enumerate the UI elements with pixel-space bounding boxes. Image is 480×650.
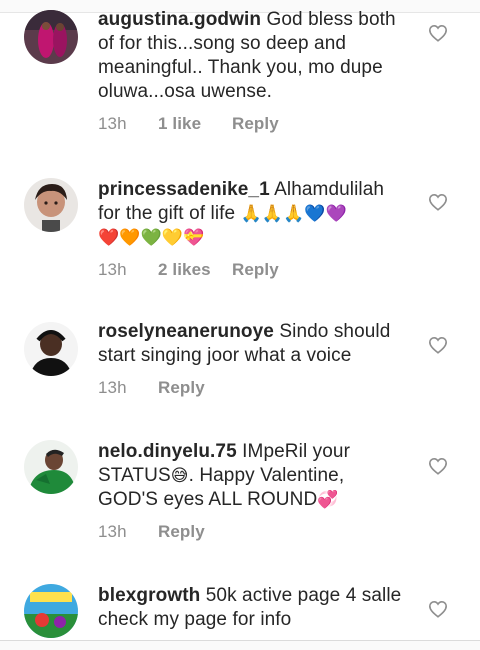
reply-button[interactable]: Reply — [232, 113, 279, 135]
heart-outline-icon[interactable] — [428, 600, 448, 618]
comment-time: 13h — [98, 114, 127, 133]
comment-likes[interactable]: 1 like — [158, 113, 232, 135]
heart-outline-icon[interactable] — [428, 336, 448, 354]
avatar[interactable] — [24, 178, 78, 232]
comment-username[interactable]: princessadenike_1 — [98, 179, 270, 200]
heart-outline-icon[interactable] — [428, 457, 448, 475]
comment-username[interactable]: roselyneanerunoye — [98, 321, 274, 342]
comment-time: 13h — [98, 522, 127, 541]
emoji-sequence: 🙏🙏🙏💙💜 — [240, 204, 347, 224]
comment-username[interactable]: blexgrowth — [98, 585, 200, 606]
heart-outline-icon[interactable] — [428, 24, 448, 42]
reply-button[interactable]: Reply — [158, 377, 205, 399]
emoji: 💞 — [317, 490, 339, 510]
comment-meta: 13h Reply — [98, 521, 408, 543]
avatar[interactable] — [24, 10, 78, 64]
avatar[interactable] — [24, 584, 78, 638]
comment-meta: 13h Reply — [98, 377, 408, 399]
comment-body: nelo.dinyelu.75 IMpeRil your STATUS😅. Ha… — [98, 440, 408, 543]
comment-body: blexgrowth 50k active page 4 salle check… — [98, 584, 408, 632]
reply-button[interactable]: Reply — [232, 259, 279, 281]
heart-outline-icon[interactable] — [428, 193, 448, 211]
comment-likes[interactable]: 2 likes — [158, 259, 232, 281]
comment-meta: 13h 2 likes Reply — [98, 259, 408, 281]
comment-body: augustina.godwin God bless both of for t… — [98, 8, 408, 135]
comment-time: 13h — [98, 378, 127, 397]
reply-button[interactable]: Reply — [158, 521, 205, 543]
emoji: 😅 — [170, 466, 189, 486]
comment-body: princessadenike_1 Alhamdulilah for the g… — [98, 178, 408, 281]
emoji-sequence: ❤️🧡💚💛💝 — [98, 228, 205, 248]
avatar[interactable] — [24, 440, 78, 494]
comment-meta: 13h 1 like Reply — [98, 113, 408, 135]
comment-username[interactable]: nelo.dinyelu.75 — [98, 441, 237, 462]
comment-time: 13h — [98, 260, 127, 279]
avatar[interactable] — [24, 322, 78, 376]
comment-body: roselyneanerunoye Sindo should start sin… — [98, 320, 408, 399]
comment-username[interactable]: augustina.godwin — [98, 9, 261, 30]
